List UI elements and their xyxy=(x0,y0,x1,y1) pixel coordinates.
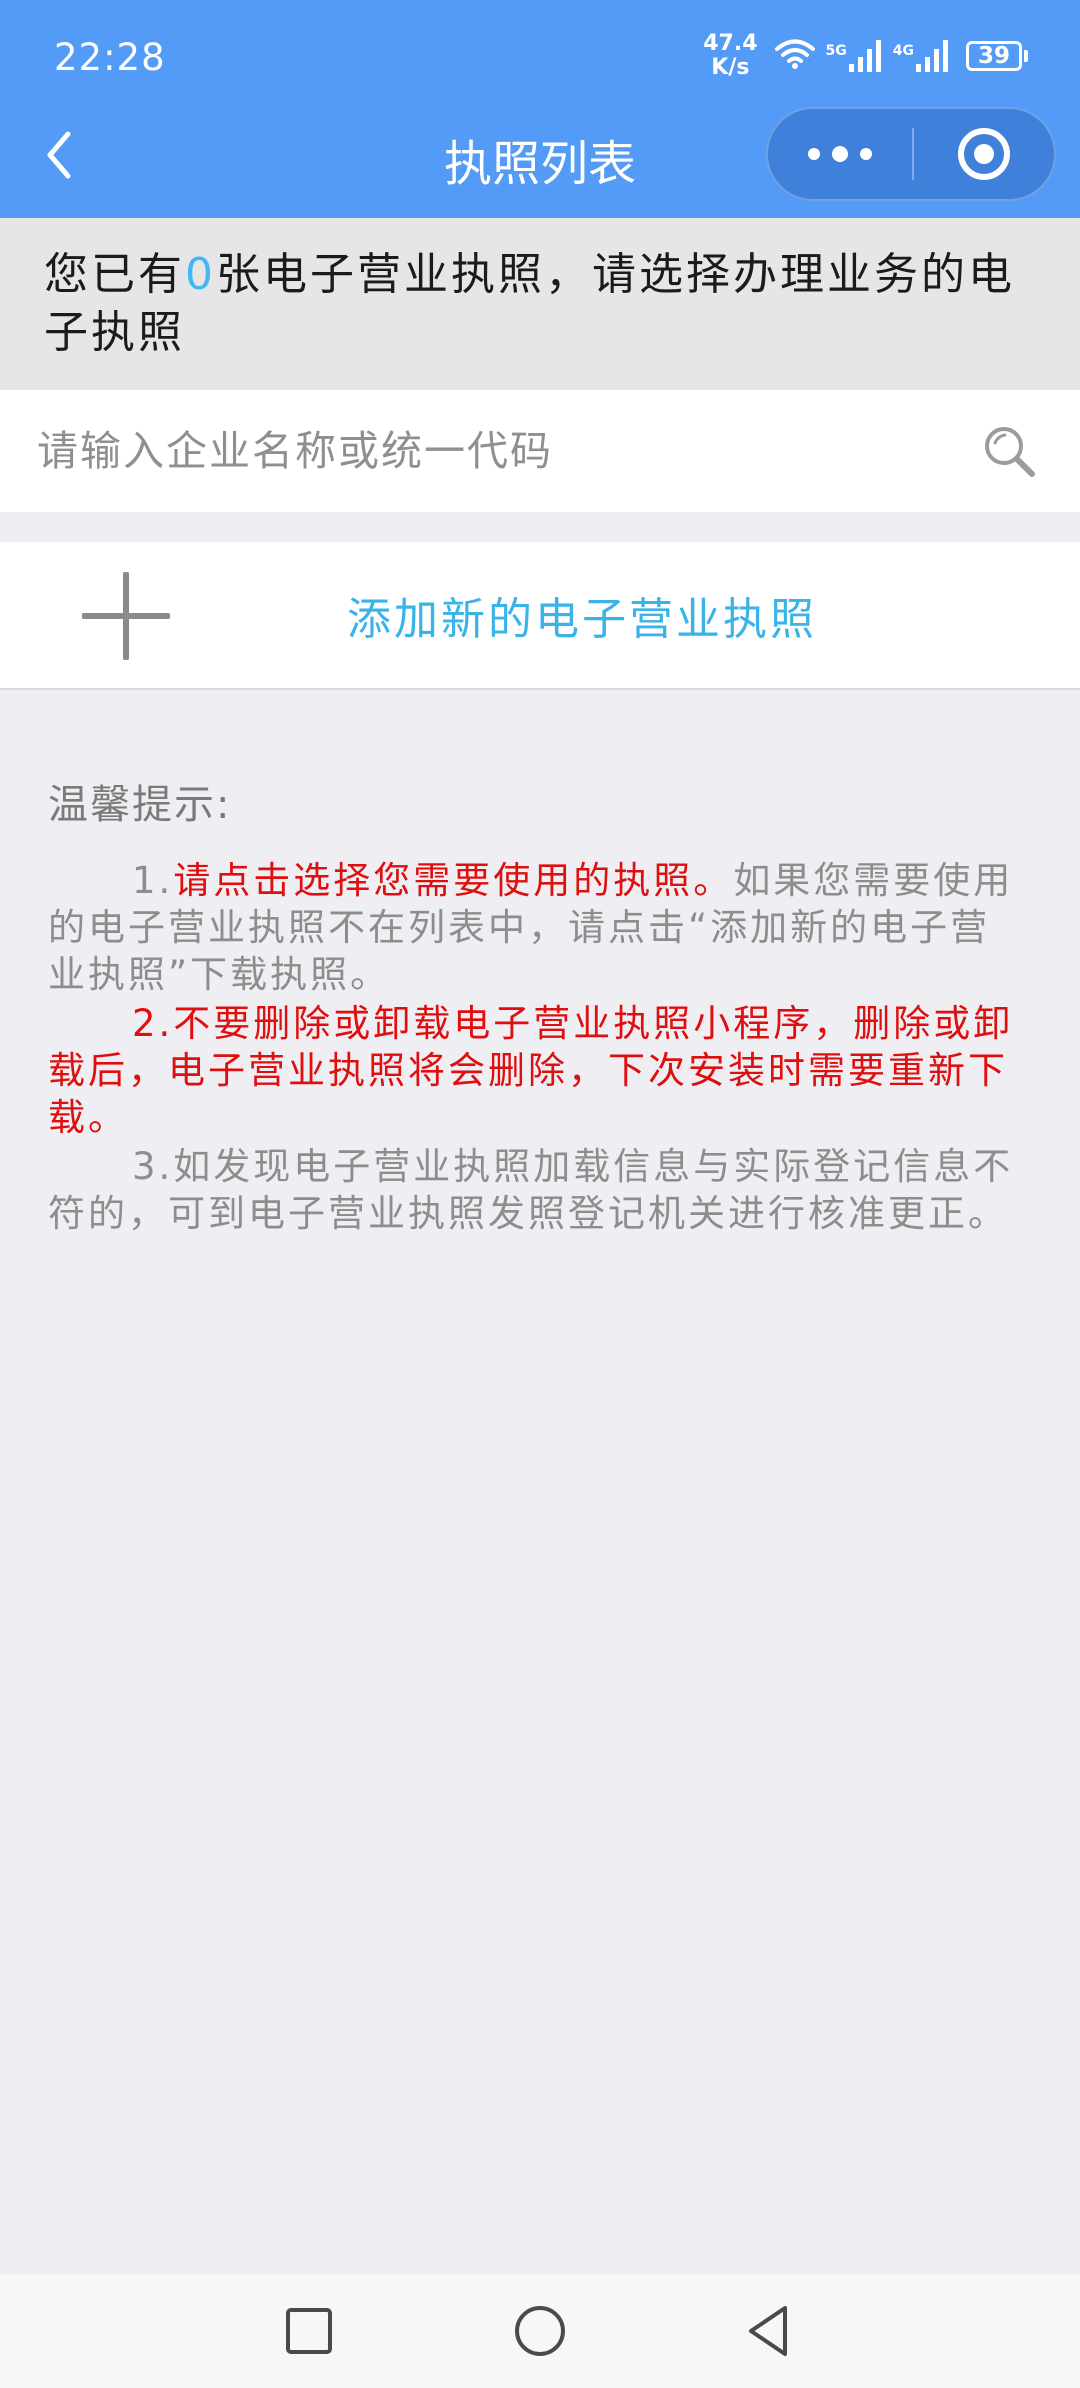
tips-section: 温馨提示: 1.请点击选择您需要使用的执照。如果您需要使用的电子营业执照不在列表… xyxy=(48,775,1014,1237)
tip-1: 1.请点击选择您需要使用的执照。如果您需要使用的电子营业执照不在列表中，请点击“… xyxy=(48,857,1014,998)
signal-4g-icon: 4G xyxy=(893,40,950,72)
home-button[interactable] xyxy=(480,2274,600,2388)
more-button[interactable] xyxy=(768,109,912,199)
add-license-label-wrap: 添加新的电子营业执照 xyxy=(0,542,1080,688)
net-speed: 47.4 K/s xyxy=(703,32,757,80)
signal-5g-icon: 5G xyxy=(826,40,883,72)
search-icon[interactable] xyxy=(974,416,1044,486)
back-triangle-icon xyxy=(749,2306,787,2356)
mini-program-capsule xyxy=(766,107,1056,201)
notice-prefix: 您已有 xyxy=(44,249,185,300)
recent-apps-button[interactable] xyxy=(249,2274,369,2388)
status-time: 22:28 xyxy=(54,36,166,79)
tip-2: 2.不要删除或卸载电子营业执照小程序，删除或卸载后，电子营业执照将会删除，下次安… xyxy=(48,1002,1014,1139)
add-license-button[interactable]: 添加新的电子营业执照 xyxy=(0,542,1080,690)
search-input[interactable] xyxy=(0,390,974,512)
status-indicators: 47.4 K/s 5G 4G 39 xyxy=(703,32,1028,80)
tip-1-highlight: 请点击选择您需要使用的执照。 xyxy=(173,859,734,902)
add-license-label: 添加新的电子营业执照 xyxy=(347,594,817,645)
recent-apps-icon xyxy=(286,2308,332,2354)
close-mini-program-button[interactable] xyxy=(914,109,1054,199)
wifi-icon xyxy=(774,37,816,75)
target-core xyxy=(974,144,994,164)
tips-title: 温馨提示: xyxy=(48,782,232,828)
more-dots-icon-center xyxy=(832,146,848,162)
app-header: 22:28 47.4 K/s 5G 4G 39 执照列表 xyxy=(0,0,1080,218)
license-count: 0 xyxy=(185,249,216,300)
more-dots-icon-right xyxy=(860,148,872,160)
system-back-button[interactable] xyxy=(708,2274,828,2388)
more-dots-icon xyxy=(808,148,820,160)
tip-1-number: 1. xyxy=(132,859,174,902)
signal-4g-tag: 4G xyxy=(892,43,914,59)
battery-level: 39 xyxy=(966,41,1022,71)
system-nav-bar xyxy=(0,2274,1080,2388)
signal-5g-tag: 5G xyxy=(825,43,847,59)
license-count-notice: 您已有0张电子营业执照，请选择办理业务的电子执照 xyxy=(0,218,1080,390)
search-bar xyxy=(0,390,1080,512)
target-circle-icon xyxy=(958,128,1010,180)
battery-tip xyxy=(1024,50,1028,62)
net-speed-unit: K/s xyxy=(711,55,750,80)
home-icon xyxy=(515,2306,565,2356)
tip-3: 3.如发现电子营业执照加载信息与实际登记信息不符的，可到电子营业执照发照登记机关… xyxy=(48,1145,1014,1235)
net-speed-value: 47.4 xyxy=(703,31,758,56)
battery-icon: 39 xyxy=(966,41,1028,71)
